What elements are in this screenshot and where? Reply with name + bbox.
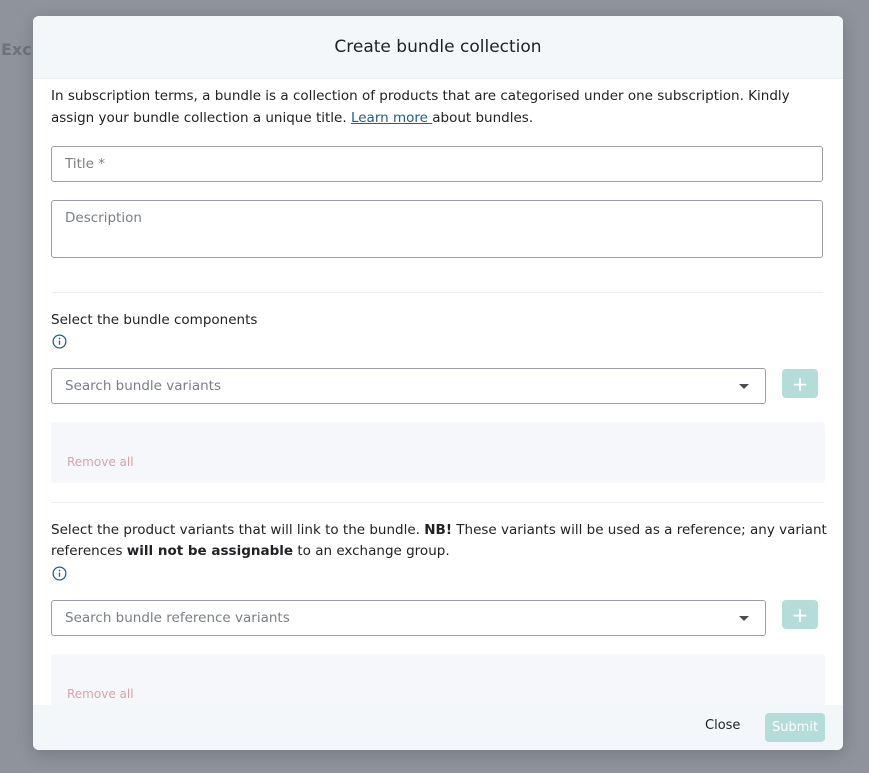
reference-variants-list: Remove all	[51, 654, 825, 705]
info-icon[interactable]	[52, 566, 67, 581]
intro-text-after: about bundles.	[432, 110, 534, 126]
chevron-down-icon[interactable]	[739, 383, 749, 389]
references-label-part: to an exchange group.	[293, 543, 450, 559]
remove-all-references-button[interactable]: Remove all	[67, 687, 134, 701]
chevron-down-icon[interactable]	[739, 615, 749, 621]
references-label-bold: will not be assignable	[126, 543, 294, 559]
remove-all-components-button[interactable]: Remove all	[67, 455, 134, 469]
modal-body: In subscription terms, a bundle is a col…	[33, 78, 843, 705]
references-label-bold: NB!	[424, 522, 452, 538]
references-label-part: Select the product variants that will li…	[51, 522, 425, 538]
create-bundle-modal: Create bundle collection In subscription…	[33, 16, 843, 750]
reference-variants-placeholder: Search bundle reference variants	[65, 610, 290, 626]
submit-button[interactable]: Submit	[765, 713, 825, 742]
intro-text: In subscription terms, a bundle is a col…	[51, 85, 831, 129]
reference-variants-select[interactable]: Search bundle reference variants	[51, 600, 766, 636]
references-label: Select the product variants that will li…	[51, 520, 831, 562]
bundle-variants-select[interactable]: Search bundle variants	[51, 368, 766, 404]
section-divider	[51, 502, 823, 503]
modal-title: Create bundle collection	[334, 37, 542, 57]
modal-header: Create bundle collection	[33, 16, 843, 79]
components-label: Select the bundle components	[51, 312, 258, 328]
learn-more-link[interactable]: Learn more	[351, 110, 432, 126]
bundle-components-list: Remove all	[51, 422, 825, 483]
modal-footer: Close Submit	[33, 705, 843, 750]
title-input[interactable]	[51, 146, 823, 182]
description-input[interactable]	[51, 200, 823, 258]
bundle-variants-placeholder: Search bundle variants	[65, 378, 221, 394]
close-button[interactable]: Close	[705, 718, 740, 733]
add-reference-variant-button[interactable]: +	[782, 600, 818, 629]
section-divider	[51, 292, 823, 293]
add-bundle-variant-button[interactable]: +	[782, 369, 818, 398]
info-icon[interactable]	[52, 334, 67, 349]
